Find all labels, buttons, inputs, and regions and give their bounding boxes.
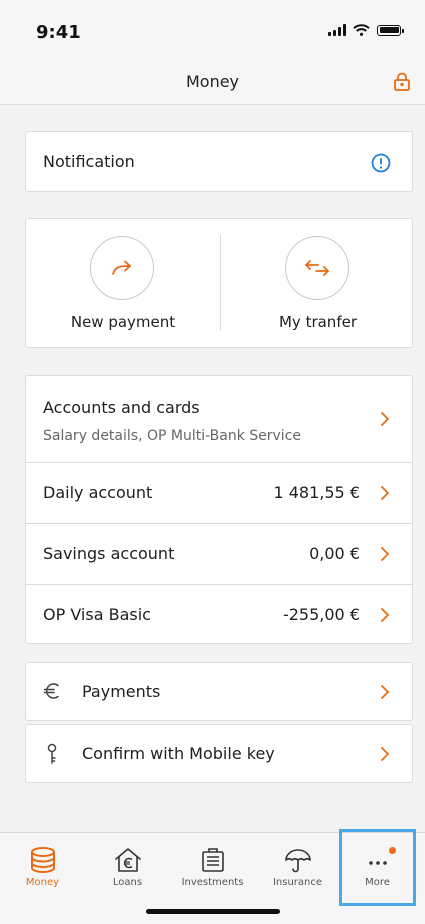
page-title: Money — [185, 72, 240, 91]
more-tab-highlight — [339, 829, 416, 906]
new-payment-circle — [90, 236, 154, 300]
status-time: 9:41 — [36, 22, 81, 43]
tab-insurance[interactable]: Insurance — [255, 833, 340, 893]
my-transfer-label: My tranfer — [278, 313, 357, 331]
tab-label: Investments — [181, 877, 244, 888]
tab-loans[interactable]: Loans — [85, 833, 170, 893]
battery-icon — [377, 24, 404, 36]
notification-card[interactable]: Notification — [25, 131, 413, 192]
account-row-daily[interactable]: Daily account 1 481,55 € — [26, 462, 412, 523]
accounts-and-cards-row[interactable]: Accounts and cards Salary details, OP Mu… — [26, 376, 412, 462]
chevron-right-icon — [381, 547, 389, 561]
account-name: OP Visa Basic — [43, 605, 151, 624]
tab-money[interactable]: Money — [0, 833, 85, 893]
chevron-right-icon — [381, 747, 389, 761]
accounts-card: Accounts and cards Salary details, OP Mu… — [25, 375, 413, 644]
account-row-savings[interactable]: Savings account 0,00 € — [26, 523, 412, 584]
account-balance: 0,00 € — [309, 544, 360, 563]
key-icon — [47, 743, 57, 764]
mobile-key-label: Confirm with Mobile key — [82, 744, 275, 763]
info-icon — [371, 153, 391, 173]
briefcase-icon — [201, 848, 224, 872]
wifi-icon — [353, 24, 370, 36]
my-transfer-circle — [285, 236, 349, 300]
top-bar: Money — [0, 60, 425, 105]
chevron-right-icon — [381, 486, 389, 500]
euro-icon — [43, 683, 59, 699]
umbrella-icon — [284, 849, 311, 873]
tab-investments[interactable]: Investments — [170, 833, 255, 893]
tab-label: Money — [25, 877, 60, 888]
arrow-right-up-icon — [112, 260, 131, 275]
tab-label: Insurance — [272, 877, 323, 888]
account-balance: 1 481,55 € — [273, 483, 360, 502]
transfer-arrows-icon — [305, 260, 329, 276]
notification-label: Notification — [43, 152, 135, 171]
tab-label: Loans — [112, 877, 143, 888]
account-name: Daily account — [43, 483, 153, 502]
house-euro-icon — [114, 848, 141, 872]
chevron-right-icon — [381, 685, 389, 699]
account-row-visa[interactable]: OP Visa Basic -255,00 € — [26, 584, 412, 643]
coins-icon — [30, 847, 55, 873]
payments-label: Payments — [82, 682, 161, 701]
chevron-right-icon — [381, 412, 389, 426]
new-payment-label: New payment — [70, 313, 176, 331]
status-icons — [328, 24, 404, 36]
signal-icon — [328, 24, 346, 36]
payments-row[interactable]: Payments — [25, 662, 413, 721]
accounts-title: Accounts and cards — [43, 398, 200, 417]
mobile-key-row[interactable]: Confirm with Mobile key — [25, 724, 413, 783]
account-balance: -255,00 € — [282, 605, 360, 624]
account-name: Savings account — [43, 544, 175, 563]
my-transfer-button[interactable]: My tranfer — [221, 219, 415, 347]
quick-actions-card: New payment My tranfer — [25, 218, 413, 348]
lock-icon[interactable] — [393, 72, 411, 92]
status-bar: 9:41 — [0, 0, 425, 60]
accounts-subtitle: Salary details, OP Multi-Bank Service — [43, 428, 302, 444]
home-indicator — [146, 909, 280, 914]
chevron-right-icon — [381, 608, 389, 622]
new-payment-button[interactable]: New payment — [26, 219, 220, 347]
